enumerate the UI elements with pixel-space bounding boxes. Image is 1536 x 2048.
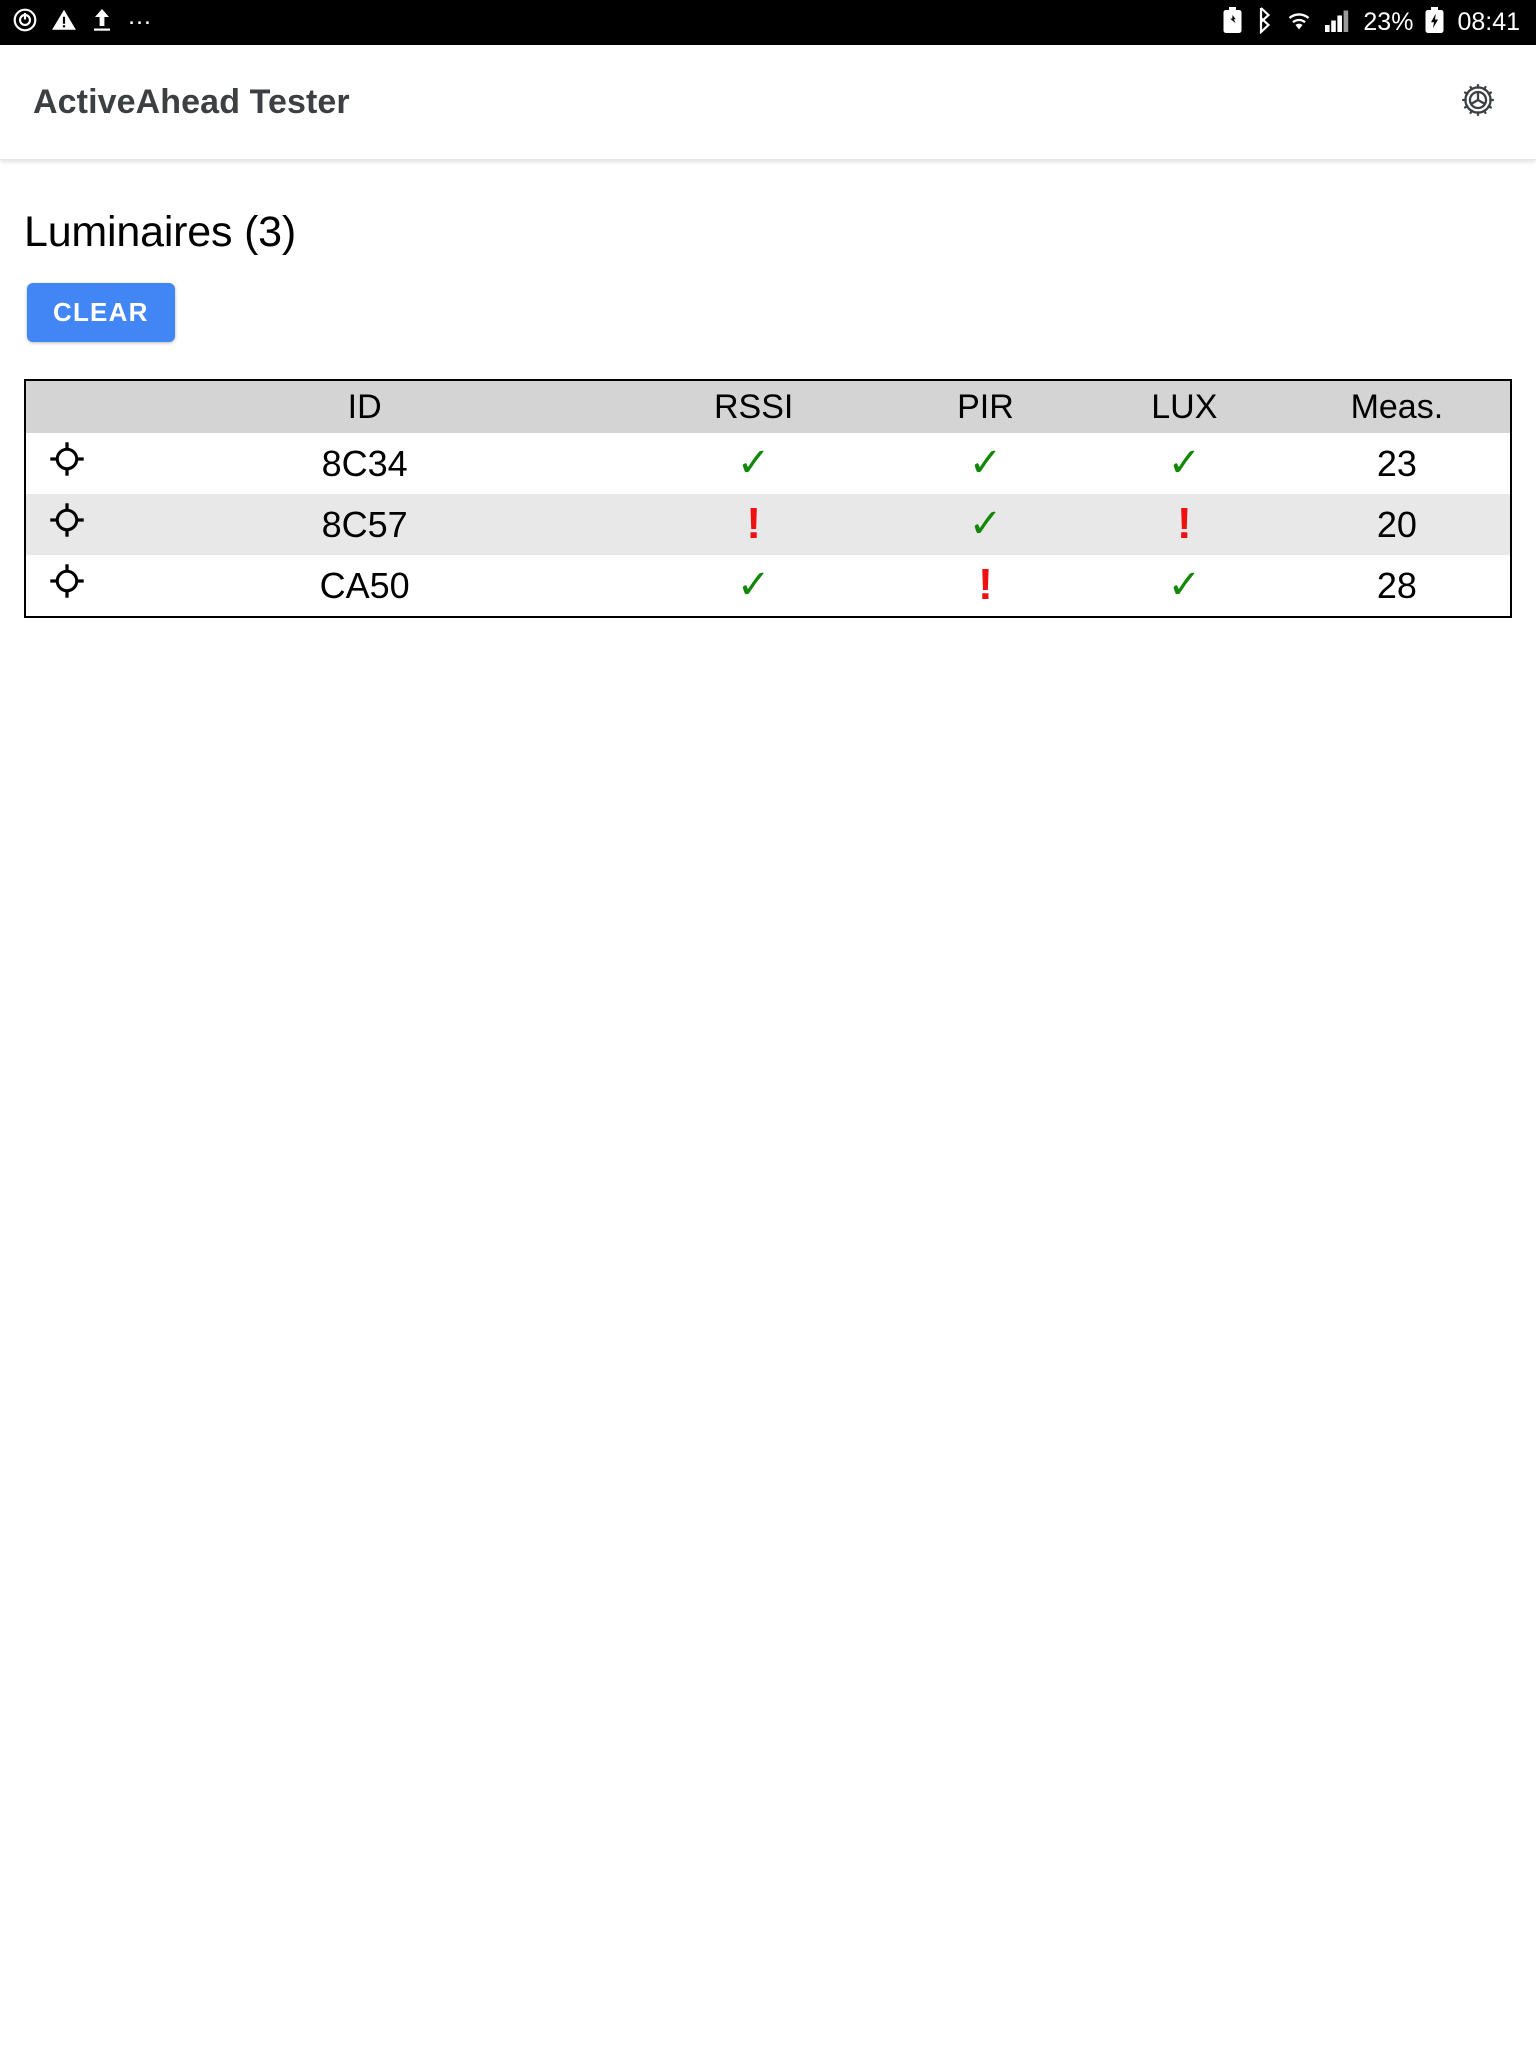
battery-percent-label: 23% <box>1363 8 1414 36</box>
wifi-icon <box>1285 7 1313 38</box>
row-meas-cell: 20 <box>1283 494 1510 555</box>
row-rssi-cell: ! <box>621 494 887 555</box>
warning-icon <box>51 7 77 38</box>
row-meas-cell: 28 <box>1283 555 1510 616</box>
alarm-icon <box>12 7 38 38</box>
row-location-icon-cell[interactable] <box>26 494 109 555</box>
crosshair-location-icon <box>46 564 88 610</box>
battery-saver-icon <box>1222 6 1243 39</box>
row-location-icon-cell[interactable] <box>26 555 109 616</box>
row-pir-cell: ✓ <box>886 494 1085 555</box>
crosshair-location-icon <box>46 442 88 488</box>
alert-icon: ! <box>1176 499 1192 548</box>
column-header-pir: PIR <box>886 381 1085 433</box>
table-row[interactable]: 8C57! ✓! 20 <box>26 494 1510 555</box>
more-icon: … <box>127 2 154 30</box>
column-header-lux: LUX <box>1084 381 1284 433</box>
row-meas-cell: 23 <box>1283 433 1510 494</box>
clear-button[interactable]: CLEAR <box>27 283 175 342</box>
alert-icon: ! <box>978 560 993 609</box>
column-header-meas: Meas. <box>1283 381 1510 433</box>
check-icon: ✓ <box>736 440 771 485</box>
battery-charging-icon <box>1424 6 1444 39</box>
row-id-cell: CA50 <box>108 555 622 616</box>
check-icon: ✓ <box>736 562 771 607</box>
check-icon: ✓ <box>968 501 1003 546</box>
check-icon: ✓ <box>968 440 1003 485</box>
row-lux-cell: ! <box>1084 494 1284 555</box>
row-rssi-cell: ✓ <box>621 433 887 494</box>
status-bar-left-icons: … <box>12 2 154 38</box>
table-row[interactable]: CA50 ✓! ✓ 28 <box>26 555 1510 616</box>
gear-icon <box>1457 79 1499 126</box>
alert-icon: ! <box>746 499 761 548</box>
table-header-row: ID RSSI PIR LUX Meas. <box>26 381 1510 433</box>
upload-icon <box>90 7 114 38</box>
app-bar: ActiveAhead Tester <box>0 45 1536 160</box>
column-header-rssi: RSSI <box>621 381 887 433</box>
column-header-id: ID <box>108 381 622 433</box>
row-rssi-cell: ✓ <box>621 555 887 616</box>
row-lux-cell: ✓ <box>1084 555 1284 616</box>
main-content: Luminaires (3) CLEAR ID RSSI PIR LUX Mea… <box>0 208 1536 618</box>
status-bar: … 23% 08:41 <box>0 0 1536 45</box>
luminaires-table: ID RSSI PIR LUX Meas. 8C34 ✓ ✓ ✓ 23 8C57! ✓! 20… <box>24 379 1512 618</box>
row-pir-cell: ! <box>886 555 1085 616</box>
status-bar-right-icons: 23% 08:41 <box>1222 6 1520 39</box>
crosshair-location-icon <box>46 503 88 549</box>
row-location-icon-cell[interactable] <box>26 433 109 494</box>
row-pir-cell: ✓ <box>886 433 1085 494</box>
row-id-cell: 8C34 <box>108 433 622 494</box>
page-title: Luminaires (3) <box>24 208 297 256</box>
check-icon: ✓ <box>1167 440 1202 485</box>
column-header-icon <box>26 381 109 433</box>
row-id-cell: 8C57 <box>108 494 622 555</box>
table-row[interactable]: 8C34 ✓ ✓ ✓ 23 <box>26 433 1510 494</box>
bluetooth-icon <box>1254 6 1274 39</box>
check-icon: ✓ <box>1167 562 1202 607</box>
settings-button[interactable] <box>1448 72 1508 132</box>
cellular-signal-icon <box>1324 7 1352 38</box>
row-lux-cell: ✓ <box>1084 433 1284 494</box>
app-title: ActiveAhead Tester <box>33 82 350 121</box>
clock-label: 08:41 <box>1457 8 1520 36</box>
